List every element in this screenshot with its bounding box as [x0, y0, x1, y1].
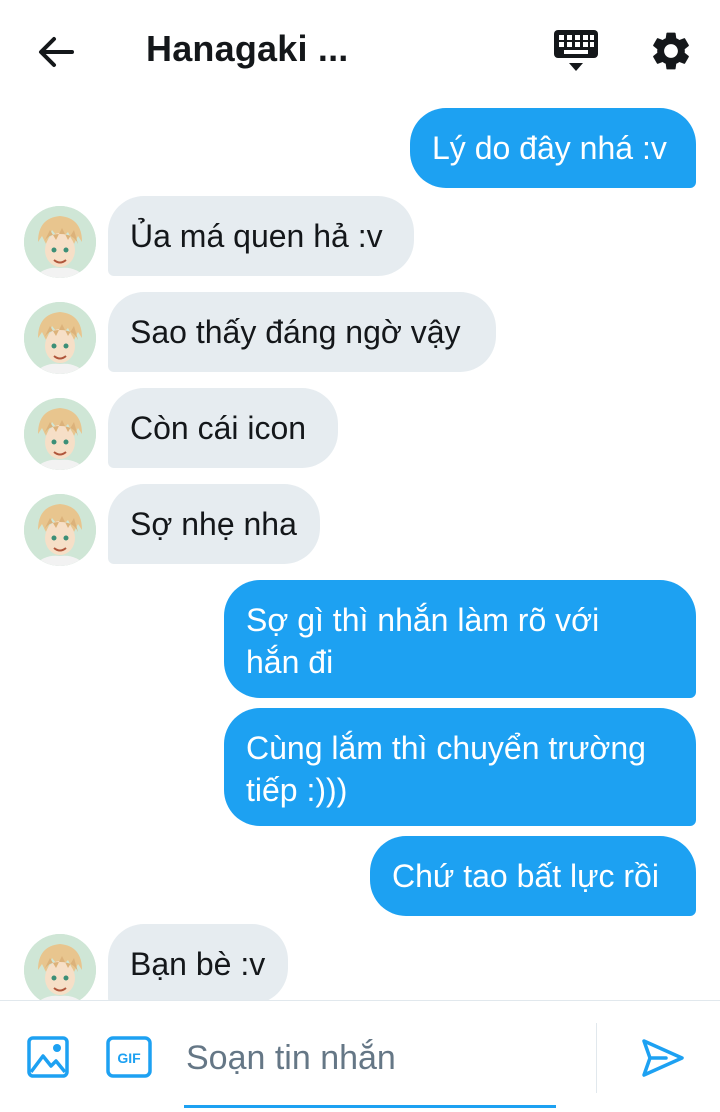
keyboard-button[interactable] — [552, 28, 600, 74]
outgoing-message[interactable]: Sợ gì thì nhắn làm rõ với hắn đi — [224, 580, 696, 698]
settings-button[interactable] — [648, 28, 694, 74]
avatar-image — [24, 934, 96, 1000]
avatar-image — [24, 302, 96, 374]
outgoing-message[interactable]: Chứ tao bất lực rồi — [370, 836, 696, 916]
send-icon — [642, 1039, 684, 1077]
divider — [596, 1023, 597, 1093]
add-gif-button[interactable]: GIF — [106, 1036, 152, 1078]
conversation-title[interactable]: Hanagaki ... — [146, 28, 348, 70]
avatar[interactable] — [24, 302, 96, 374]
back-button[interactable] — [34, 30, 78, 74]
incoming-message[interactable]: Bạn bè :v — [108, 924, 288, 1000]
avatar[interactable] — [24, 934, 96, 1000]
incoming-message[interactable]: Còn cái icon — [108, 388, 338, 468]
avatar[interactable] — [24, 206, 96, 278]
incoming-message[interactable]: Sao thấy đáng ngờ vậy — [108, 292, 496, 372]
message-input[interactable] — [184, 1027, 560, 1089]
send-button[interactable] — [640, 1035, 686, 1081]
message-thread[interactable]: Lý do đây nhá :v Ủa má quen hả :v Sao th… — [0, 100, 720, 1000]
gif-icon: GIF — [106, 1036, 152, 1078]
incoming-message[interactable]: Sợ nhẹ nha — [108, 484, 320, 564]
outgoing-message[interactable]: Lý do đây nhá :v — [410, 108, 696, 188]
gif-label: GIF — [117, 1050, 141, 1066]
avatar-image — [24, 494, 96, 566]
gear-icon — [653, 32, 689, 70]
add-image-button[interactable] — [26, 1035, 70, 1079]
input-underline — [184, 1105, 556, 1108]
avatar-image — [24, 206, 96, 278]
incoming-message[interactable]: Ủa má quen hả :v — [108, 196, 414, 276]
outgoing-message[interactable]: Cùng lắm thì chuyển trường tiếp :))) — [224, 708, 696, 826]
avatar-image — [24, 398, 96, 470]
keyboard-icon — [554, 30, 598, 71]
avatar[interactable] — [24, 398, 96, 470]
image-icon — [27, 1036, 69, 1078]
message-composer: GIF — [0, 1000, 720, 1112]
avatar[interactable] — [24, 494, 96, 566]
top-bar: Hanagaki ... — [0, 0, 720, 100]
arrow-left-icon — [39, 37, 74, 67]
